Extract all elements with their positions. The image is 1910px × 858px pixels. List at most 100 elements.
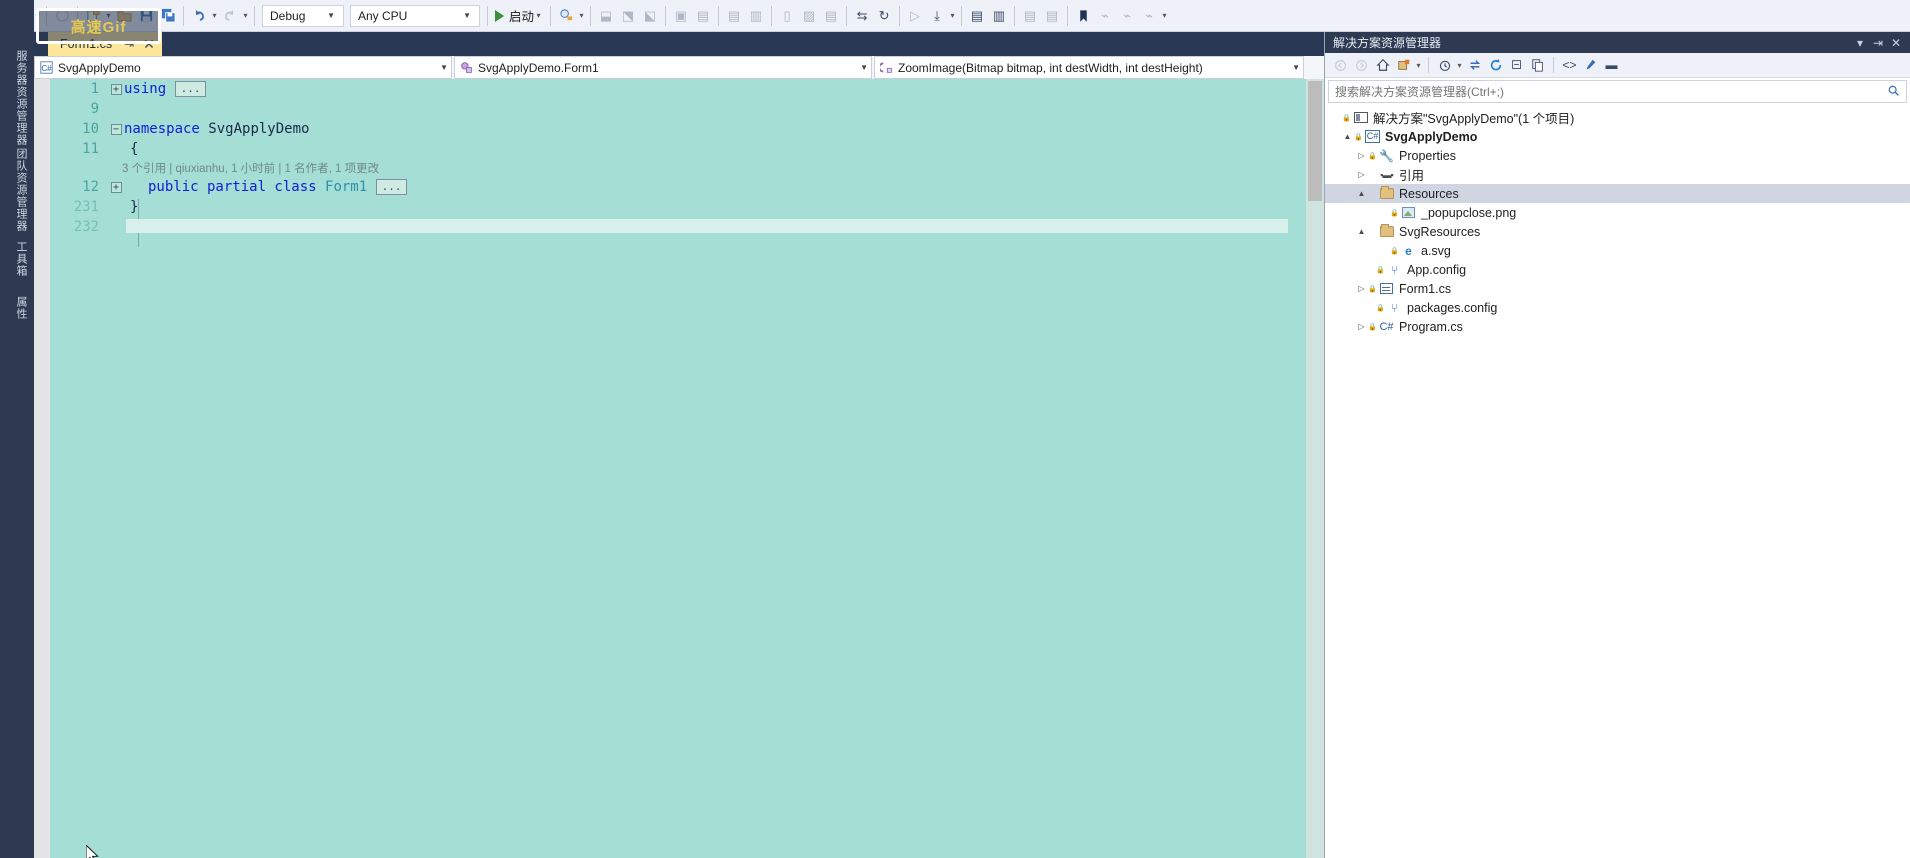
tree-expander[interactable]: ▲ [1341,132,1354,141]
code-line-9[interactable]: 9 [50,99,1306,119]
chevron-down-icon[interactable]: ▾ [534,5,543,27]
undo-icon[interactable] [188,5,210,27]
tree-expander[interactable]: ▷ [1355,151,1368,160]
window-icon-2[interactable]: ▤ [692,5,714,27]
codelens-annotation[interactable]: 3 个引用 | qiuxianhu, 1 小时前 | 1 名作者, 1 项更改 [50,159,1306,177]
tree-node-references[interactable]: ▷ ▪▬▪ 引用 [1325,165,1910,184]
uncomment-icon[interactable]: ▥ [745,5,767,27]
navigate-backward-icon[interactable]: ⇆ [851,5,873,27]
sidebar-item-properties[interactable]: 属性 [3,290,29,326]
run-to-cursor-icon[interactable]: ▷ [904,5,926,27]
refresh-icon[interactable] [1485,55,1506,76]
preview-icon[interactable]: ▬ [1601,55,1622,76]
pending-changes-icon[interactable] [1393,55,1414,76]
tree-node-packages-config[interactable]: 🔒 ⑂ packages.config [1325,298,1910,317]
bookmark-icon[interactable] [1072,5,1094,27]
replace-icon[interactable]: ▨ [798,5,820,27]
tree-node-resources[interactable]: ▲ Resources [1325,184,1910,203]
sidebar-item-toolbox[interactable]: 工具箱 [3,235,29,283]
collapsed-region-icon[interactable]: ... [174,81,207,97]
tree-node-popupclose-png[interactable]: 🔒 _popupclose.png [1325,203,1910,222]
code-line-10[interactable]: 10 − namespace SvgApplyDemo [50,119,1306,139]
tree-node-project[interactable]: ▲ 🔒 C# SvgApplyDemo [1325,127,1910,146]
tree-node-properties[interactable]: ▷ 🔒 🔧 Properties [1325,146,1910,165]
navbar-project-dropdown[interactable]: C# SvgApplyDemo ▼ [34,56,452,79]
format-selection-icon[interactable]: ▤ [1041,5,1063,27]
window-icon[interactable]: ▣ [670,5,692,27]
outline-toggle-12[interactable]: + [108,181,124,193]
back-arrow-icon[interactable] [1330,55,1351,76]
collapsed-region-icon-2[interactable]: ... [375,179,408,195]
method-icon [880,61,893,74]
tree-expander[interactable]: ▷ [1355,170,1368,179]
sync-icon[interactable] [1464,55,1485,76]
tree-expander[interactable]: ▷ [1355,284,1368,293]
solution-configuration-dropdown[interactable]: Debug ▼ [262,4,344,27]
tree-node-solution[interactable]: 🔒 解决方案"SvgApplyDemo"(1 个项目) [1325,108,1910,127]
outline-toggle-1[interactable]: + [108,83,124,95]
code-line-11[interactable]: 11 { [50,139,1306,159]
tree-expander[interactable]: ▷ [1355,322,1368,331]
chevron-down-icon-6[interactable]: ▾ [577,5,586,27]
toolbar-divider-3 [183,5,184,26]
collapse-all-icon[interactable] [1506,55,1527,76]
tree-expander[interactable]: ▲ [1355,189,1368,198]
pin-icon[interactable]: ⇥ [1869,36,1887,50]
editor-vertical-scrollbar[interactable]: ╪ [1306,79,1324,858]
forward-arrow-icon[interactable] [1351,55,1372,76]
history-icon[interactable] [1434,55,1455,76]
home-icon[interactable] [1372,55,1393,76]
chevron-down-icon-4[interactable]: ▾ [210,5,219,27]
next-bookmark-icon[interactable]: ⌁ [1094,5,1116,27]
chevron-down-icon-2[interactable]: ▾ [1455,54,1464,76]
close-icon[interactable]: ✕ [1887,36,1905,50]
comment-icon[interactable]: ▤ [723,5,745,27]
chevron-down-icon[interactable]: ▾ [1851,36,1869,50]
attach-process-icon[interactable] [555,5,577,27]
refresh-icon[interactable]: ↻ [873,5,895,27]
step-out-icon[interactable]: ⬕ [639,5,661,27]
tree-node-program-cs[interactable]: ▷ 🔒 C# Program.cs [1325,317,1910,336]
codelens-text[interactable]: 3 个引用 | qiuxianhu, 1 小时前 | 1 名作者, 1 项更改 [50,160,379,176]
outdent-icon[interactable]: ▥ [988,5,1010,27]
navbar-type-dropdown[interactable]: SvgApplyDemo.Form1 ▼ [454,56,872,79]
code-editor[interactable]: 1 + using ... 9 10 − namespace SvgApplyD… [34,79,1324,858]
solution-platform-dropdown[interactable]: Any CPU ▼ [350,4,480,27]
search-input[interactable] [1335,84,1887,99]
find-icon[interactable]: ▯ [776,5,798,27]
editor-text-area[interactable]: 1 + using ... 9 10 − namespace SvgApplyD… [50,79,1306,858]
solution-explorer-tree[interactable]: 🔒 解决方案"SvgApplyDemo"(1 个项目) ▲ 🔒 C# SvgAp… [1325,105,1910,336]
goto-icon[interactable]: ▤ [820,5,842,27]
start-debug-button[interactable]: 启动 ▾ [492,5,546,27]
scrollbar-thumb[interactable] [1308,81,1322,201]
chevron-down-icon[interactable]: ▾ [1414,54,1423,76]
indent-icon[interactable]: ▤ [966,5,988,27]
outline-toggle-10[interactable]: − [108,123,124,135]
format-document-icon[interactable]: ▤ [1019,5,1041,27]
navbar-member-dropdown[interactable]: ZoomImage(Bitmap bitmap, int destWidth, … [874,56,1304,79]
code-view-icon[interactable]: <> [1559,55,1580,76]
redo-icon[interactable] [219,5,241,27]
chevron-down-icon-7[interactable]: ▾ [948,5,957,27]
code-line-12[interactable]: 12 + public partial class Form1 ... [50,177,1306,197]
download-icon[interactable]: ⤓ [926,5,948,27]
chevron-down-icon-8[interactable]: ▾ [1160,5,1169,27]
tree-node-form1-cs[interactable]: ▷ 🔒 Form1.cs [1325,279,1910,298]
sidebar-item-server-explorer[interactable]: 服务器资源管理器 [3,44,29,152]
tree-node-a-svg[interactable]: 🔒 e a.svg [1325,241,1910,260]
code-line-1[interactable]: 1 + using ... [50,79,1306,99]
search-icon[interactable] [1887,84,1900,100]
show-all-files-icon[interactable] [1527,55,1548,76]
tree-expander[interactable]: ▲ [1355,227,1368,236]
step-over-icon[interactable]: ⬔ [617,5,639,27]
step-into-icon[interactable]: ⬓ [595,5,617,27]
solution-explorer-search[interactable] [1328,80,1907,103]
prev-bookmark-icon[interactable]: ⌁ [1116,5,1138,27]
sidebar-item-team-explorer[interactable]: 团队资源管理器 [3,142,29,238]
tree-node-svgresources[interactable]: ▲ SvgResources [1325,222,1910,241]
chevron-down-icon-5[interactable]: ▾ [241,5,250,27]
code-line-231[interactable]: 231 } [50,197,1306,217]
tree-node-app-config[interactable]: 🔒 ⑂ App.config [1325,260,1910,279]
clear-bookmarks-icon[interactable]: ⌁ [1138,5,1160,27]
properties-icon[interactable] [1580,55,1601,76]
